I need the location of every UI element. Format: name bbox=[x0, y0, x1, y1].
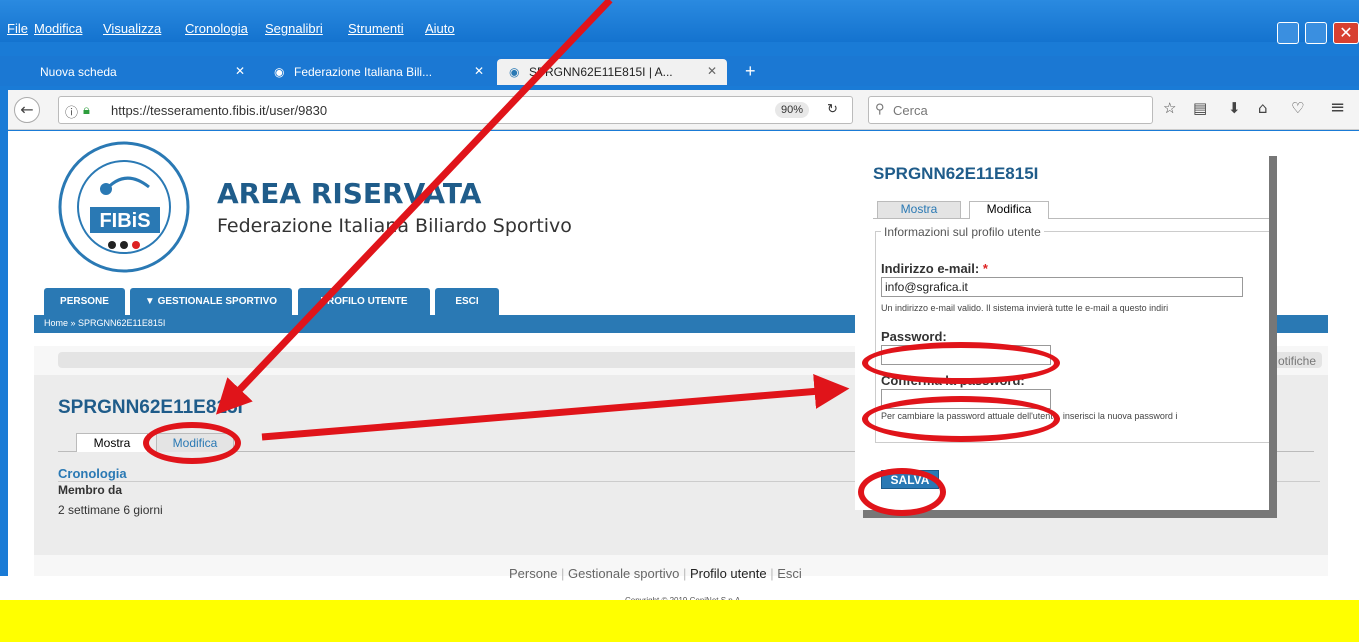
annotation-arrow-to-modifica bbox=[215, 0, 613, 415]
annotation-arrow-to-form bbox=[261, 373, 850, 441]
browser-window: File Modifica Visualizza Cronologia Segn… bbox=[0, 0, 1359, 642]
annotation-arrows bbox=[215, 0, 850, 441]
